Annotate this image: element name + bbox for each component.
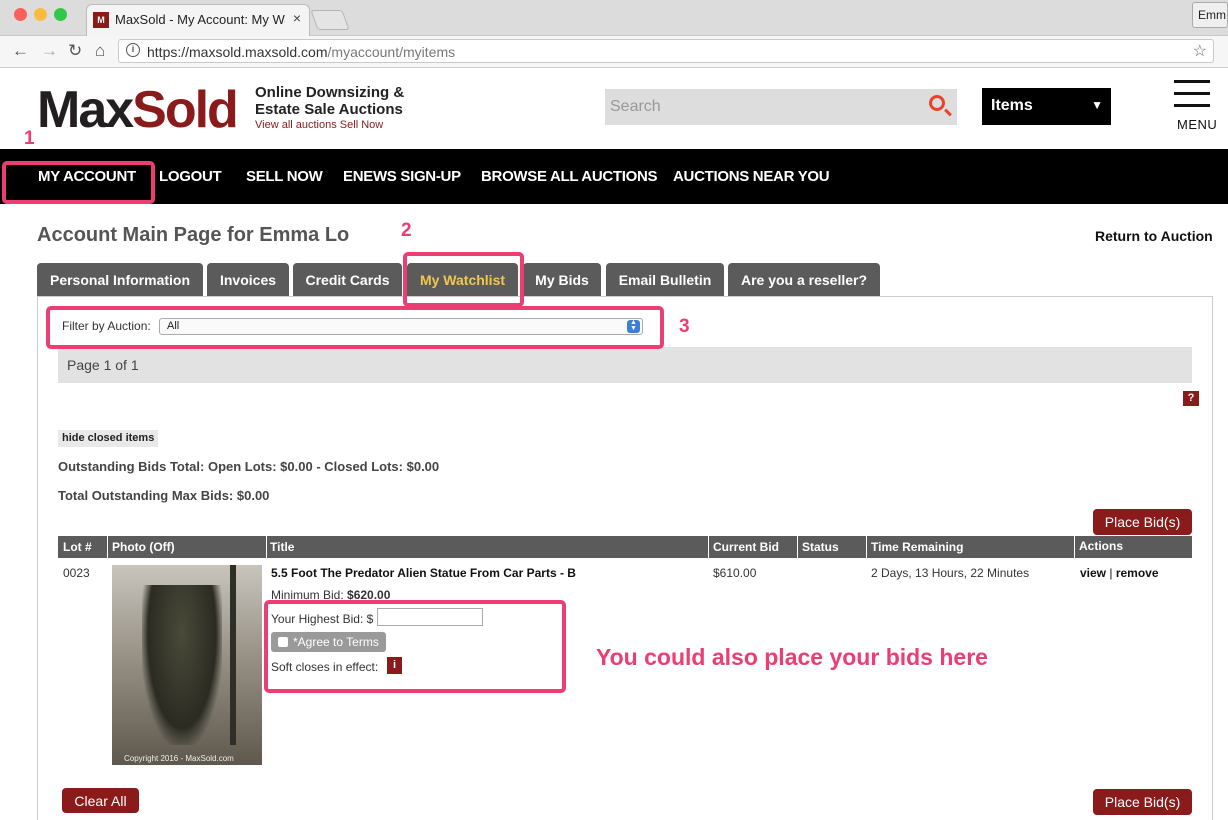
return-to-auction-link[interactable]: Return to Auction	[1095, 228, 1213, 244]
minimize-window-icon[interactable]	[34, 8, 47, 21]
table-header: Lot # Photo (Off) Title Current Bid Stat…	[58, 536, 1192, 558]
tab-invoices[interactable]: Invoices	[207, 263, 289, 297]
bookmark-star-icon[interactable]: ☆	[1193, 41, 1207, 61]
dropdown-arrow-icon: ▼	[1091, 98, 1103, 112]
hamburger-menu-icon[interactable]	[1174, 80, 1210, 116]
sell-now-link[interactable]: Sell Now	[340, 119, 383, 131]
spear-image	[230, 565, 236, 745]
nav-auctions-near-you[interactable]: AUCTIONS NEAR YOU	[673, 168, 830, 185]
place-bids-button-bottom[interactable]: Place Bid(s)	[1093, 789, 1192, 815]
page-title: Account Main Page for Emma Lo	[37, 224, 350, 246]
address-bar[interactable]: i https://maxsold.maxsold.com/myaccount/…	[118, 39, 1214, 63]
tab-reseller[interactable]: Are you a reseller?	[728, 263, 880, 297]
profile-button[interactable]: Emm	[1192, 2, 1228, 28]
tab-personal-information[interactable]: Personal Information	[37, 263, 203, 297]
col-status: Status	[802, 540, 839, 554]
home-icon[interactable]: ⌂	[95, 41, 105, 61]
annotation-number-3: 3	[679, 316, 690, 337]
remove-link[interactable]: remove	[1116, 566, 1159, 580]
url-path: /myaccount/myitems	[327, 44, 456, 60]
row-actions: view | remove	[1080, 566, 1159, 580]
outstanding-bids-total: Outstanding Bids Total: Open Lots: $0.00…	[58, 459, 440, 474]
maximize-window-icon[interactable]	[54, 8, 67, 21]
info-icon[interactable]: i	[126, 43, 140, 57]
col-current-bid: Current Bid	[713, 540, 779, 554]
clear-all-button[interactable]: Clear All	[62, 788, 139, 813]
nav-browse-all-auctions[interactable]: BROWSE ALL AUCTIONS	[481, 168, 658, 185]
col-actions: Actions	[1079, 539, 1124, 553]
search-icon[interactable]	[929, 95, 945, 111]
favicon-icon: M	[93, 12, 109, 28]
nav-sell-now[interactable]: SELL NOW	[246, 168, 323, 185]
search-scope-select[interactable]: Items ▼	[982, 88, 1111, 125]
back-icon[interactable]: ←	[12, 41, 29, 61]
lot-title[interactable]: 5.5 Foot The Predator Alien Statue From …	[271, 566, 576, 580]
hide-closed-items-button[interactable]: hide closed items	[58, 430, 159, 447]
reload-icon[interactable]: ↻	[68, 41, 82, 61]
browser-tab[interactable]: M MaxSold - My Account: My Wa ×	[86, 4, 310, 36]
annotation-box-my-account	[2, 161, 155, 204]
total-outstanding-max-bids: Total Outstanding Max Bids: $0.00	[58, 488, 270, 503]
tagline: Online Downsizing & Estate Sale Auctions	[255, 84, 404, 118]
time-remaining: 2 Days, 13 Hours, 22 Minutes	[871, 566, 1030, 580]
annotation-number-2: 2	[401, 220, 412, 241]
header-links: View all auctions Sell Now	[255, 119, 383, 131]
page-indicator: Page 1 of 1	[67, 357, 139, 373]
tab-close-icon[interactable]: ×	[293, 10, 301, 26]
col-lot: Lot #	[63, 540, 92, 554]
col-time-remaining: Time Remaining	[871, 540, 964, 554]
tagline-line-1: Online Downsizing &	[255, 84, 405, 101]
photo-caption: Copyright 2016 - MaxSold.com	[124, 754, 234, 763]
logo-max: Max	[37, 81, 134, 139]
tab-credit-cards[interactable]: Credit Cards	[293, 263, 402, 297]
url-text[interactable]: https://maxsold.maxsold.com/myaccount/my…	[147, 44, 455, 60]
tagline-line-2: Estate Sale Auctions	[255, 101, 403, 118]
action-separator: |	[1109, 566, 1113, 580]
lot-photo[interactable]: Copyright 2016 - MaxSold.com	[112, 565, 262, 765]
close-window-icon[interactable]	[14, 8, 27, 21]
view-link[interactable]: view	[1080, 566, 1106, 580]
statue-image	[142, 585, 222, 745]
browser-toolbar: ← → ↻ ⌂ i https://maxsold.maxsold.com/my…	[0, 36, 1228, 68]
tab-title: MaxSold - My Account: My Wa	[115, 12, 285, 27]
menu-label[interactable]: MENU	[1177, 117, 1217, 132]
search-placeholder: Search	[610, 98, 661, 115]
browser-tabstrip: M MaxSold - My Account: My Wa × Emm	[0, 0, 1228, 36]
forward-icon[interactable]: →	[41, 41, 58, 61]
annotation-box-filter	[46, 306, 664, 349]
help-icon[interactable]: ?	[1183, 391, 1199, 406]
nav-logout[interactable]: LOGOUT	[159, 168, 222, 185]
annotation-box-bid-form	[264, 600, 566, 693]
pagination-bar: Page 1 of 1	[58, 347, 1192, 383]
col-title: Title	[270, 540, 295, 554]
url-domain: https://maxsold.maxsold.com	[147, 44, 328, 60]
annotation-box-watchlist	[403, 252, 524, 307]
current-bid: $610.00	[713, 566, 757, 580]
tab-email-bulletin[interactable]: Email Bulletin	[606, 263, 724, 297]
lot-number: 0023	[63, 566, 90, 580]
annotation-number-1: 1	[24, 128, 35, 149]
new-tab-button[interactable]	[310, 10, 350, 30]
annotation-caption: You could also place your bids here	[596, 644, 988, 670]
main-nav: MY ACCOUNT LOGOUT SELL NOW ENEWS SIGN-UP…	[0, 149, 1228, 204]
nav-enews-signup[interactable]: ENEWS SIGN-UP	[343, 168, 461, 185]
maxsold-logo[interactable]: MaxSold	[37, 80, 239, 140]
col-photo[interactable]: Photo (Off)	[112, 540, 175, 554]
view-all-auctions-link[interactable]: View all auctions	[255, 119, 337, 131]
search-field[interactable]: Search	[605, 89, 957, 125]
logo-sold: Sold	[132, 81, 239, 139]
search-scope-value: Items	[991, 97, 1033, 114]
place-bids-button-top[interactable]: Place Bid(s)	[1093, 509, 1192, 535]
tab-my-bids[interactable]: My Bids	[523, 263, 601, 297]
